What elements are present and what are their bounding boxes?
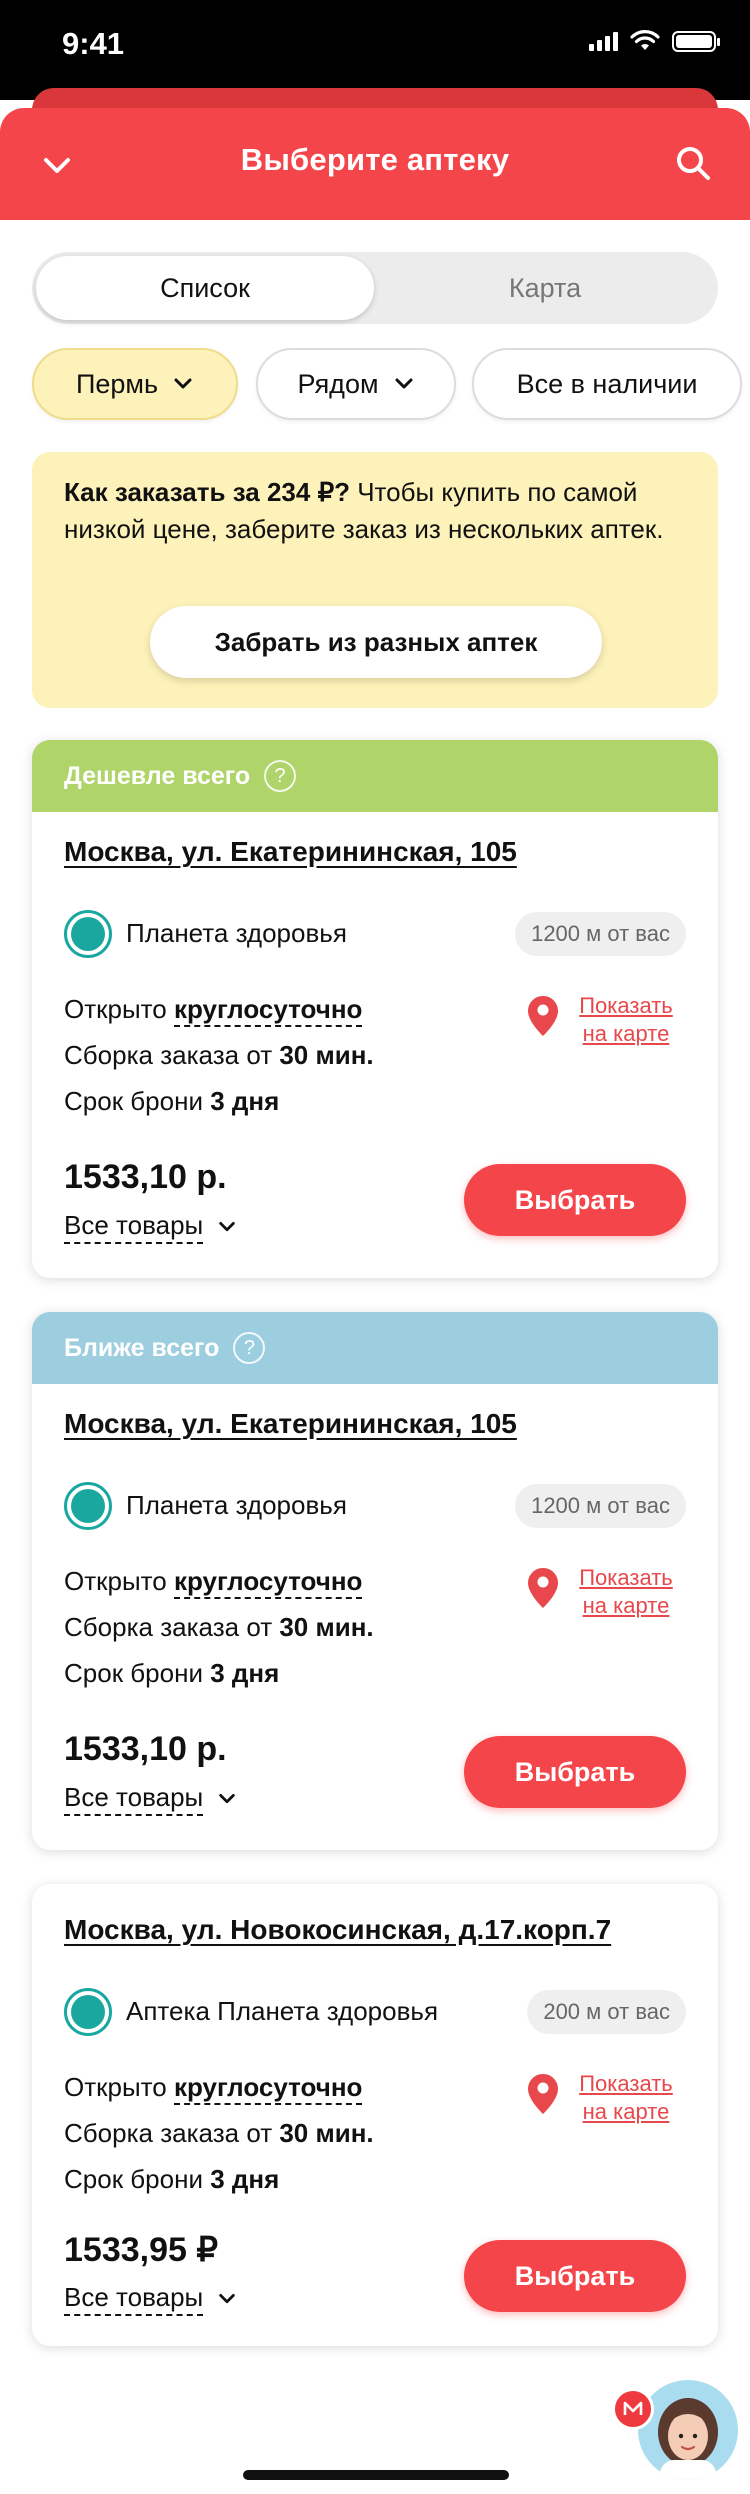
battery-icon (672, 30, 720, 52)
pharmacy-address[interactable]: Москва, ул. Екатерининская, 105 (64, 836, 517, 868)
map-pin-icon (528, 996, 558, 1036)
chevron-down-icon (219, 1794, 235, 1804)
card-badge: Ближе всего ? (32, 1312, 718, 1384)
city-filter[interactable]: Пермь (32, 348, 238, 420)
pharmacy-card: Москва, ул. Новокосинская, д.17.корп.7 А… (32, 1884, 718, 2346)
assembly-time: Сборка заказа от 30 мин. (64, 1612, 374, 1642)
show-on-map-link[interactable]: Показать на карте (566, 1564, 686, 1620)
pharmacy-logo-icon (64, 1988, 112, 2036)
chevron-down-icon (219, 1222, 235, 1232)
split-order-headline: Как заказать за 234 ₽? (64, 477, 350, 507)
status-icons (589, 30, 720, 52)
opening-hours: Открыто круглосуточно (64, 994, 363, 1027)
home-indicator (243, 2470, 509, 2480)
all-goods-toggle[interactable]: Все товары (64, 2282, 237, 2316)
signal-icon (589, 31, 618, 51)
city-filter-label: Пермь (75, 368, 159, 399)
card-badge-label: Ближе всего (64, 1333, 220, 1362)
chevron-down-icon (219, 2294, 235, 2304)
price: 1533,10 р. (64, 1730, 227, 1768)
chevron-down-icon (395, 378, 413, 389)
show-on-map-link[interactable]: Показать на карте (566, 992, 686, 1048)
sort-filter[interactable]: Рядом (256, 348, 456, 420)
reserve-period: Срок брони 3 дня (64, 1658, 280, 1688)
wifi-icon (630, 30, 660, 50)
split-order-button[interactable]: Забрать из разных аптек (150, 606, 602, 678)
opening-hours: Открыто круглосуточно (64, 2072, 363, 2105)
reserve-period: Срок брони 3 дня (64, 2164, 280, 2194)
assembly-time: Сборка заказа от 30 мин. (64, 1040, 374, 1070)
all-goods-toggle[interactable]: Все товары (64, 1782, 237, 1816)
pharmacy-address[interactable]: Москва, ул. Новокосинская, д.17.корп.7 (64, 1914, 611, 1946)
stock-filter-label: Все в наличии (516, 368, 698, 399)
pharmacy-brand: Планета здоровья (126, 1490, 347, 1520)
show-on-map-link[interactable]: Показать на карте (566, 2070, 686, 2126)
header: Выберите аптеку (0, 108, 750, 220)
price: 1533,10 р. (64, 1158, 227, 1196)
pharmacy-logo-icon (64, 1482, 112, 1530)
select-button[interactable]: Выбрать (464, 1164, 686, 1236)
card-badge-label: Дешевле всего (64, 761, 251, 790)
sort-filter-label: Рядом (297, 368, 379, 399)
price: 1533,95 ₽ (64, 2231, 218, 2269)
tab-map[interactable]: Карта (376, 256, 714, 320)
assistant-badge-icon (612, 2388, 654, 2430)
pharmacy-card: Дешевле всего ? Москва, ул. Екатерининск… (32, 740, 718, 1278)
assistant-avatar[interactable] (638, 2380, 738, 2480)
pharmacy-address[interactable]: Москва, ул. Екатерининская, 105 (64, 1408, 517, 1440)
pharmacy-logo-icon (64, 910, 112, 958)
pharmacy-brand: Аптека Планета здоровья (126, 1996, 439, 2026)
distance-badge: 200 м от вас (527, 1990, 686, 2034)
distance-badge: 1200 м от вас (515, 1484, 686, 1528)
search-icon[interactable] (674, 144, 712, 182)
page-title: Выберите аптеку (240, 142, 510, 177)
distance-badge: 1200 м от вас (515, 912, 686, 956)
all-goods-toggle[interactable]: Все товары (64, 1210, 237, 1244)
assembly-time: Сборка заказа от 30 мин. (64, 2118, 374, 2148)
tab-list[interactable]: Список (36, 256, 374, 320)
reserve-period: Срок брони 3 дня (64, 1086, 280, 1116)
split-order-text: Как заказать за 234 ₽? Чтобы купить по с… (64, 474, 674, 548)
pharmacy-card: Ближе всего ? Москва, ул. Екатерининская… (32, 1312, 718, 1850)
help-icon[interactable]: ? (264, 760, 297, 792)
view-toggle: Список Карта (32, 252, 718, 324)
select-button[interactable]: Выбрать (464, 1736, 686, 1808)
status-time: 9:41 (62, 26, 125, 61)
split-order-info: Как заказать за 234 ₽? Чтобы купить по с… (32, 452, 718, 708)
stock-filter[interactable]: Все в наличии (472, 348, 742, 420)
select-button[interactable]: Выбрать (464, 2240, 686, 2312)
map-pin-icon (528, 1568, 558, 1608)
chevron-down-icon (174, 378, 192, 389)
help-icon[interactable]: ? (233, 1332, 266, 1364)
card-badge: Дешевле всего ? (32, 740, 718, 812)
pharmacy-brand: Планета здоровья (126, 918, 347, 948)
assistant-face-icon (658, 2398, 718, 2480)
status-bar: 9:41 (0, 0, 750, 100)
map-pin-icon (528, 2074, 558, 2114)
opening-hours: Открыто круглосуточно (64, 1566, 363, 1599)
